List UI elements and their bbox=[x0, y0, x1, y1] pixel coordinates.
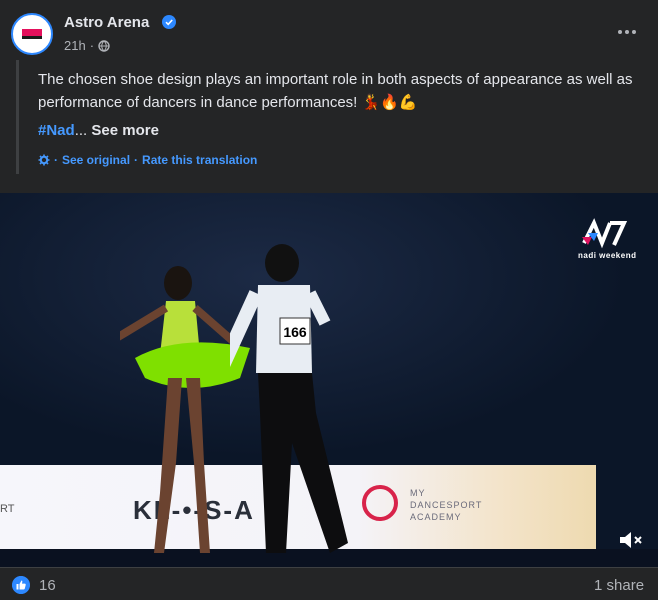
see-more-row: #Nad... See more bbox=[38, 122, 159, 139]
translation-row: · See original · Rate this translation bbox=[38, 153, 257, 167]
banner-left-text: RT bbox=[0, 503, 15, 515]
academy-text: MY DANCESPORT ACADEMY bbox=[410, 487, 482, 523]
academy-line-2: DANCESPORT bbox=[410, 500, 483, 510]
globe-icon bbox=[98, 39, 110, 52]
avatar-logo-bar bbox=[22, 29, 42, 36]
more-options-icon[interactable] bbox=[612, 20, 642, 40]
post-footer: 16 1 share bbox=[0, 567, 658, 600]
rate-translation-link[interactable]: Rate this translation bbox=[142, 153, 257, 167]
verified-badge-icon bbox=[162, 15, 176, 29]
gear-icon bbox=[38, 154, 50, 166]
hashtag-link[interactable]: #Nad bbox=[38, 122, 75, 139]
avatar-logo-underline bbox=[22, 36, 42, 39]
post-time[interactable]: 21h bbox=[64, 38, 86, 53]
share-count[interactable]: 1 share bbox=[594, 577, 644, 594]
page-name[interactable]: Astro Arena bbox=[64, 14, 149, 31]
post-meta: 21h · bbox=[64, 38, 110, 53]
video-watermark: nadi weekend bbox=[578, 251, 637, 260]
meta-separator: · bbox=[89, 38, 95, 53]
post-text: The chosen shoe design plays an importan… bbox=[38, 71, 633, 111]
male-dancer: 166 bbox=[230, 244, 348, 553]
post-video[interactable]: RT KL-•-S-A MY DANCESPORT ACADEMY 166 na… bbox=[0, 193, 658, 567]
see-original-link[interactable]: See original bbox=[62, 153, 130, 167]
like-count[interactable]: 16 bbox=[39, 577, 56, 594]
translation-sep-1: · bbox=[54, 153, 58, 167]
translation-sep-2: · bbox=[134, 153, 139, 167]
ellipsis: ... bbox=[74, 122, 88, 139]
see-more-button[interactable]: See more bbox=[91, 122, 159, 139]
volume-muted-icon[interactable] bbox=[618, 529, 644, 551]
translation-quote-bar bbox=[16, 60, 19, 174]
post-header: Astro Arena 21h · bbox=[0, 0, 658, 60]
academy-line-1: MY bbox=[410, 488, 426, 498]
page-avatar[interactable] bbox=[11, 13, 53, 55]
like-reaction-icon[interactable] bbox=[12, 576, 30, 594]
bib-number: 166 bbox=[283, 324, 307, 340]
academy-line-3: ACADEMY bbox=[410, 512, 462, 522]
